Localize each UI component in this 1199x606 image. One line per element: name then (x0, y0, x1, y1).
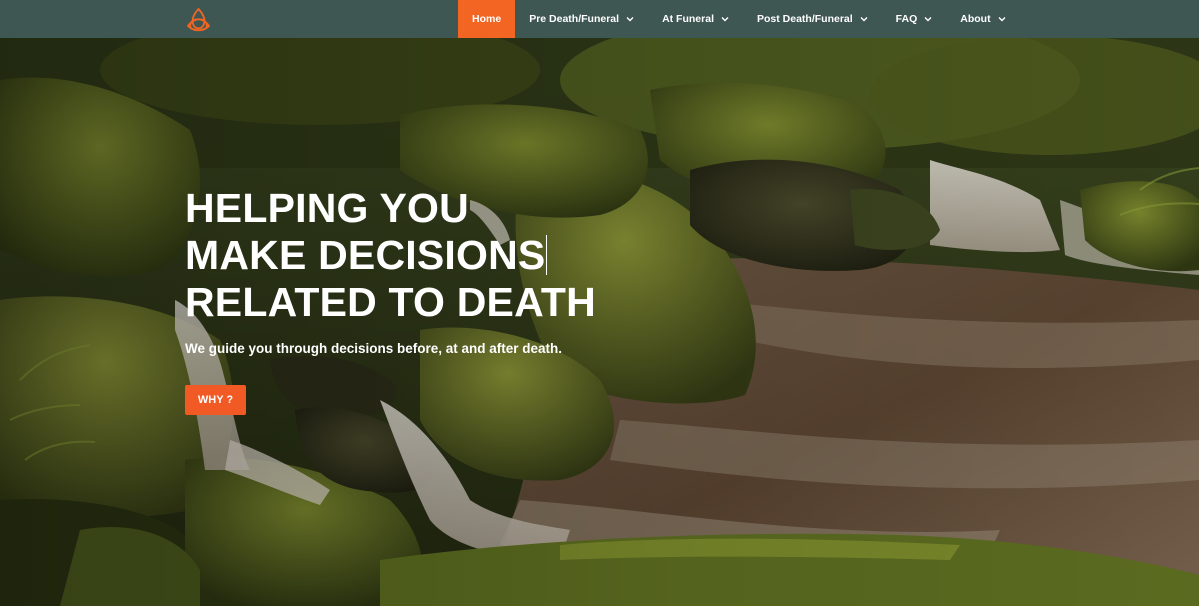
hero-headline-line: RELATED TO DEATH (185, 279, 596, 325)
menu-item-label: At Funeral (662, 13, 714, 25)
why-button[interactable]: WHY ? (185, 385, 246, 415)
chevron-down-icon (924, 17, 932, 22)
chevron-down-icon (626, 17, 634, 22)
top-navbar: Home Pre Death/Funeral At Funeral Post D… (0, 0, 1199, 38)
hero-headline-line: MAKE DECISIONS (185, 232, 546, 278)
menu-item-pre-death-funeral[interactable]: Pre Death/Funeral (515, 0, 648, 38)
page: Home Pre Death/Funeral At Funeral Post D… (0, 0, 1199, 606)
typing-cursor (546, 235, 548, 275)
chevron-down-icon (721, 17, 729, 22)
main-menu: Home Pre Death/Funeral At Funeral Post D… (458, 0, 1020, 38)
menu-item-label: Post Death/Funeral (756, 13, 853, 25)
chevron-down-icon (860, 17, 868, 22)
menu-item-label: About (960, 13, 991, 25)
menu-item-at-funeral[interactable]: At Funeral (648, 0, 743, 38)
menu-item-home[interactable]: Home (458, 0, 516, 38)
menu-item-label: Home (472, 13, 502, 25)
triquetra-knot-icon[interactable] (185, 6, 212, 33)
hero-headline-line: HELPING YOU (185, 185, 469, 231)
chevron-down-icon (998, 17, 1006, 22)
menu-item-label: Pre Death/Funeral (529, 13, 620, 25)
hero-headline-line-typing: MAKE DECISIONS (185, 232, 596, 279)
menu-item-label: FAQ (895, 13, 918, 25)
menu-item-about[interactable]: About (946, 0, 1019, 38)
menu-item-faq[interactable]: FAQ (882, 0, 947, 38)
hero-subheadline: We guide you through decisions before, a… (185, 341, 563, 356)
hero-overlay (0, 0, 1199, 606)
menu-item-post-death-funeral[interactable]: Post Death/Funeral (743, 0, 882, 38)
hero-headline: HELPING YOU MAKE DECISIONS RELATED TO DE… (185, 185, 596, 326)
